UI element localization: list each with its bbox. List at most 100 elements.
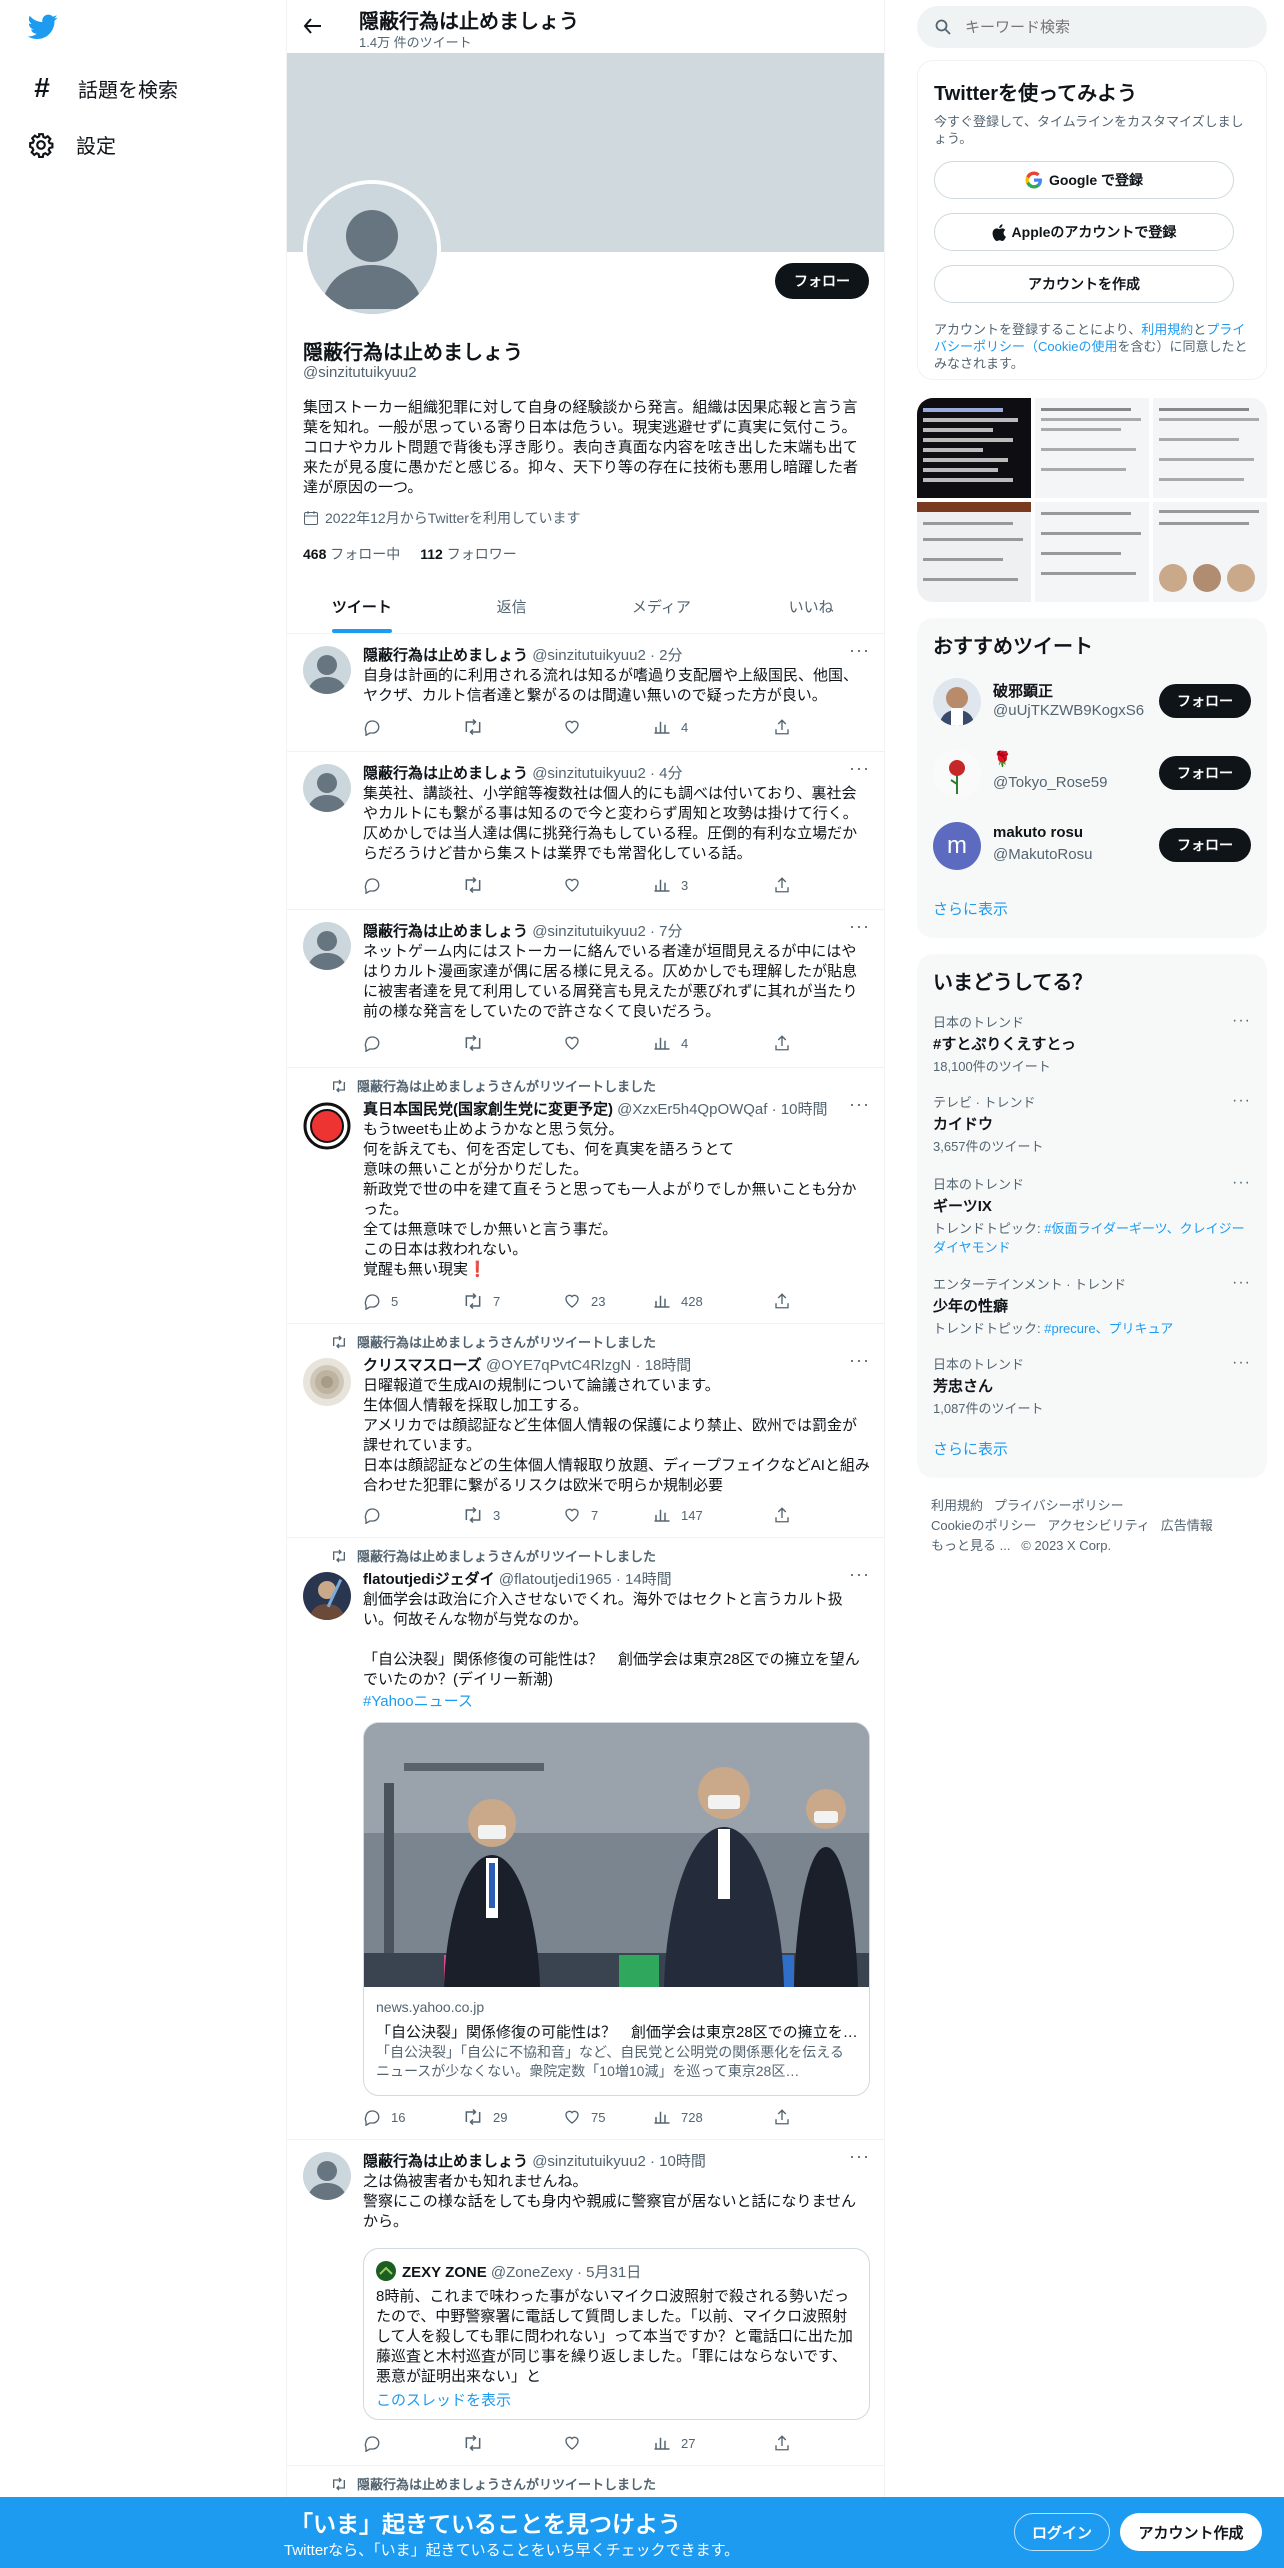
- back-arrow-icon[interactable]: [303, 16, 323, 36]
- tweet-time[interactable]: · 10時間: [772, 1101, 828, 1118]
- views-button[interactable]: 4: [653, 1034, 688, 1052]
- footer-link[interactable]: Cookieのポリシー: [931, 1518, 1036, 1533]
- like-button[interactable]: [563, 2434, 591, 2452]
- signup-button[interactable]: アカウント作成: [1120, 2513, 1262, 2551]
- share-button[interactable]: [773, 2108, 791, 2126]
- tweet-time[interactable]: · 18時間: [635, 1357, 691, 1374]
- reply-button[interactable]: 5: [363, 1292, 398, 1310]
- tweet-author-handle[interactable]: @sinzitutuikyuu2: [532, 923, 646, 940]
- tweet-author-name[interactable]: 隠蔽行為は止めましょう: [363, 765, 528, 782]
- retweet-button[interactable]: [463, 1034, 493, 1052]
- show-thread-link[interactable]: このスレッドを表示: [376, 2389, 511, 2410]
- share-button[interactable]: [773, 2434, 791, 2452]
- media-grid[interactable]: [917, 398, 1267, 602]
- trends-show-more[interactable]: さらに表示: [933, 1438, 1008, 1459]
- reply-button[interactable]: [363, 2434, 391, 2452]
- views-button[interactable]: 428: [653, 1292, 703, 1310]
- footer-link[interactable]: もっと見る ...: [931, 1538, 1010, 1553]
- trend-more-icon[interactable]: ···: [1232, 1174, 1251, 1192]
- tweet[interactable]: 隠蔽行為は止めましょう @sinzitutuikyuu2 · 7分 ··· ネッ…: [287, 910, 884, 1068]
- trend-item[interactable]: テレビ · トレンド カイドウ 3,657件のツイート ···: [933, 1092, 1251, 1155]
- like-button[interactable]: [563, 1034, 591, 1052]
- login-button[interactable]: ログイン: [1014, 2513, 1110, 2551]
- more-options-icon[interactable]: ···: [849, 1350, 870, 1371]
- tweet[interactable]: 隠蔽行為は止めましょうさんがリツイートしました 真日本国民党(国家創生党に変更予…: [287, 1068, 884, 1324]
- tweet-author-handle[interactable]: @sinzitutuikyuu2: [532, 765, 646, 782]
- trend-item[interactable]: 日本のトレンド #すとぷりくえすとっ 18,100件のツイート ···: [933, 1012, 1251, 1075]
- tab-likes[interactable]: いいね: [736, 580, 884, 633]
- footer-link[interactable]: プライバシーポリシー: [994, 1498, 1124, 1513]
- footer-link[interactable]: 利用規約: [931, 1498, 983, 1513]
- retweet-button[interactable]: [463, 2434, 493, 2452]
- recommended-user[interactable]: 破邪顕正 @uUjTKZWB9KogxS6 フォロー: [933, 676, 1251, 728]
- retweet-indicator[interactable]: 隠蔽行為は止めましょうさんがリツイートしました: [331, 2474, 656, 2493]
- hashtag-link[interactable]: #Yahooニュース: [363, 1690, 473, 1711]
- views-button[interactable]: 3: [653, 876, 688, 894]
- profile-follow-button[interactable]: フォロー: [775, 263, 869, 299]
- retweet-indicator[interactable]: 隠蔽行為は止めましょうさんがリツイートしました: [331, 1546, 656, 1565]
- recommended-show-more[interactable]: さらに表示: [933, 898, 1008, 919]
- tweet-author-handle[interactable]: @XzxEr5h4QpOWQaf: [617, 1101, 767, 1118]
- quoted-tweet[interactable]: ZEXY ZONE @ZoneZexy · 5月31日 8時前、これまで味わった…: [363, 2248, 870, 2420]
- retweet-button[interactable]: 7: [463, 1292, 500, 1310]
- trend-more-icon[interactable]: ···: [1232, 1092, 1251, 1110]
- tweet-avatar[interactable]: [303, 922, 351, 970]
- recommended-user[interactable]: 🌹 @Tokyo_Rose59 フォロー: [933, 748, 1251, 800]
- tweet-author-name[interactable]: 隠蔽行為は止めましょう: [363, 647, 528, 664]
- retweet-button[interactable]: [463, 718, 493, 736]
- reply-button[interactable]: [363, 1506, 391, 1524]
- trend-more-icon[interactable]: ···: [1232, 1354, 1251, 1372]
- tweet-time[interactable]: · 14時間: [616, 1571, 672, 1588]
- tweet-author-handle[interactable]: @OYE7qPvtC4RlzgN: [486, 1357, 631, 1374]
- more-options-icon[interactable]: ···: [849, 1094, 870, 1115]
- trend-more-icon[interactable]: ···: [1232, 1012, 1251, 1030]
- share-button[interactable]: [773, 876, 791, 894]
- followers-link[interactable]: 112 フォロワー: [420, 544, 516, 564]
- tweet-author-handle[interactable]: @flatoutjedi1965: [499, 1571, 612, 1588]
- retweet-button[interactable]: 29: [463, 2108, 507, 2126]
- more-options-icon[interactable]: ···: [849, 2146, 870, 2167]
- tab-replies[interactable]: 返信: [437, 580, 587, 633]
- google-signup-button[interactable]: Google で登録: [934, 161, 1234, 199]
- share-button[interactable]: [773, 1034, 791, 1052]
- retweet-button[interactable]: [463, 876, 493, 894]
- reply-button[interactable]: [363, 1034, 391, 1052]
- trend-item[interactable]: エンターテインメント · トレンド 少年の性癖 トレンドトピック: #precu…: [933, 1274, 1251, 1337]
- tweet-time[interactable]: · 10時間: [650, 2153, 706, 2170]
- tab-media[interactable]: メディア: [587, 580, 737, 633]
- share-button[interactable]: [773, 718, 791, 736]
- create-account-button[interactable]: アカウントを作成: [934, 265, 1234, 303]
- like-button[interactable]: [563, 876, 591, 894]
- views-button[interactable]: 147: [653, 1506, 703, 1524]
- footer-link[interactable]: 広告情報: [1161, 1518, 1213, 1533]
- like-button[interactable]: 23: [563, 1292, 605, 1310]
- tweet-author-handle[interactable]: @sinzitutuikyuu2: [532, 2153, 646, 2170]
- terms-link[interactable]: 利用規約: [1141, 322, 1193, 337]
- apple-signup-button[interactable]: Appleのアカウントで登録: [934, 213, 1234, 251]
- profile-avatar[interactable]: [303, 180, 441, 318]
- tweet-avatar[interactable]: [303, 764, 351, 812]
- following-link[interactable]: 468 フォロー中: [303, 544, 400, 564]
- tweet-time[interactable]: · 4分: [650, 765, 683, 782]
- tweet[interactable]: 隠蔽行為は止めましょうさんがリツイートしました flatoutjediジェダイ …: [287, 1538, 884, 2140]
- retweet-button[interactable]: 3: [463, 1506, 500, 1524]
- tweet[interactable]: 隠蔽行為は止めましょう @sinzitutuikyuu2 · 10時間 ··· …: [287, 2140, 884, 2466]
- tweet-time[interactable]: · 7分: [650, 923, 683, 940]
- tweet-avatar[interactable]: [303, 2152, 351, 2200]
- tweet-author-name[interactable]: 隠蔽行為は止めましょう: [363, 923, 528, 940]
- like-button[interactable]: 75: [563, 2108, 605, 2126]
- retweet-indicator[interactable]: 隠蔽行為は止めましょうさんがリツイートしました: [331, 1332, 656, 1351]
- nav-explore[interactable]: # 話題を検索: [28, 72, 178, 104]
- twitter-bird-icon[interactable]: [28, 14, 58, 40]
- tweet-avatar[interactable]: [303, 646, 351, 694]
- tweet-time[interactable]: · 2分: [650, 647, 683, 664]
- views-button[interactable]: 728: [653, 2108, 703, 2126]
- like-button[interactable]: 7: [563, 1506, 598, 1524]
- tweet-avatar[interactable]: [303, 1572, 351, 1620]
- tweet-author-name[interactable]: 真日本国民党(国家創生党に変更予定): [363, 1101, 613, 1118]
- search-input[interactable]: [965, 18, 1235, 36]
- like-button[interactable]: [563, 718, 591, 736]
- recommended-user[interactable]: m makuto rosu @MakutoRosu フォロー: [933, 820, 1251, 872]
- reply-button[interactable]: [363, 876, 391, 894]
- recommended-follow-button[interactable]: フォロー: [1159, 684, 1251, 718]
